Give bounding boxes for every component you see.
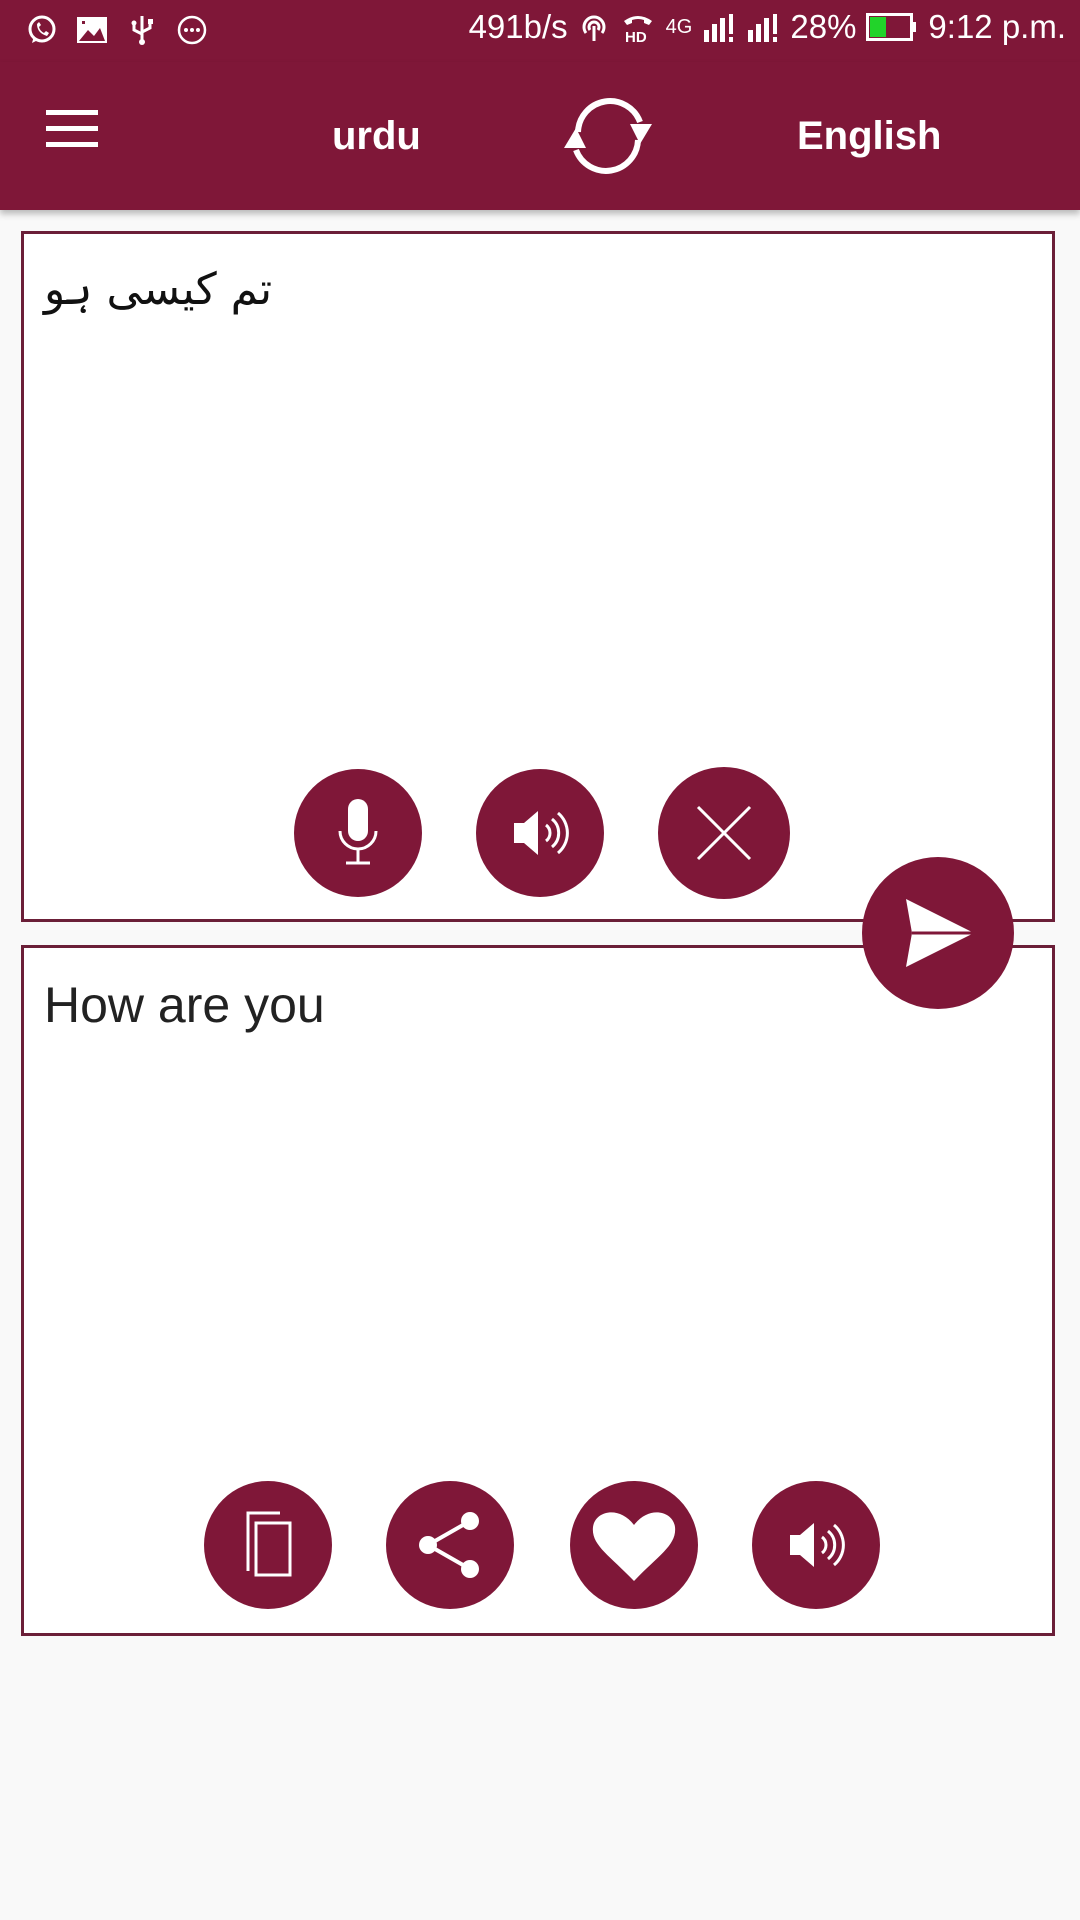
source-text-panel: تم کیسی ہو [21,231,1055,922]
copy-icon [246,1511,292,1577]
send-icon [906,899,974,967]
speak-source-button[interactable] [476,769,604,897]
speaker-icon [514,811,569,855]
app-bar: urdu English [0,62,1080,210]
copy-button[interactable] [204,1481,332,1609]
more-circle-icon [177,15,207,45]
clock: 9:12 p.m. [928,8,1066,45]
speaker-icon [790,1523,845,1567]
translated-text-panel: How are you [21,945,1055,1636]
signal-sim2-icon [748,14,778,42]
svg-text:HD: HD [625,29,647,43]
share-button[interactable] [386,1481,514,1609]
clear-button[interactable] [658,767,790,899]
hotspot-icon [582,15,606,41]
translated-text: How are you [44,977,325,1033]
heart-icon [592,1512,676,1581]
source-language-selector[interactable]: urdu [332,114,421,159]
battery-percent: 28% [790,8,857,45]
battery-icon [866,13,917,41]
network-speed: 491b/s [468,8,568,45]
speak-translation-button[interactable] [752,1481,880,1609]
microphone-button[interactable] [294,769,422,897]
target-language-selector[interactable]: English [797,114,941,159]
network-type: 4G [665,15,693,38]
usb-icon [131,16,153,45]
share-icon [419,1512,479,1578]
status-bar: 491b/s HD 4G 28% 9:12 p.m. [0,0,1080,62]
close-icon [696,805,752,861]
swap-languages-icon[interactable] [560,92,656,178]
image-icon [77,17,107,43]
whatsapp-icon [28,15,56,43]
hamburger-menu-icon[interactable] [46,110,98,150]
favorite-button[interactable] [570,1481,698,1609]
translate-button[interactable] [862,857,1014,1009]
hd-call-icon: HD [623,16,652,43]
source-text-input[interactable]: تم کیسی ہو [44,264,272,315]
microphone-icon [338,799,378,865]
signal-sim1-icon [704,14,734,42]
